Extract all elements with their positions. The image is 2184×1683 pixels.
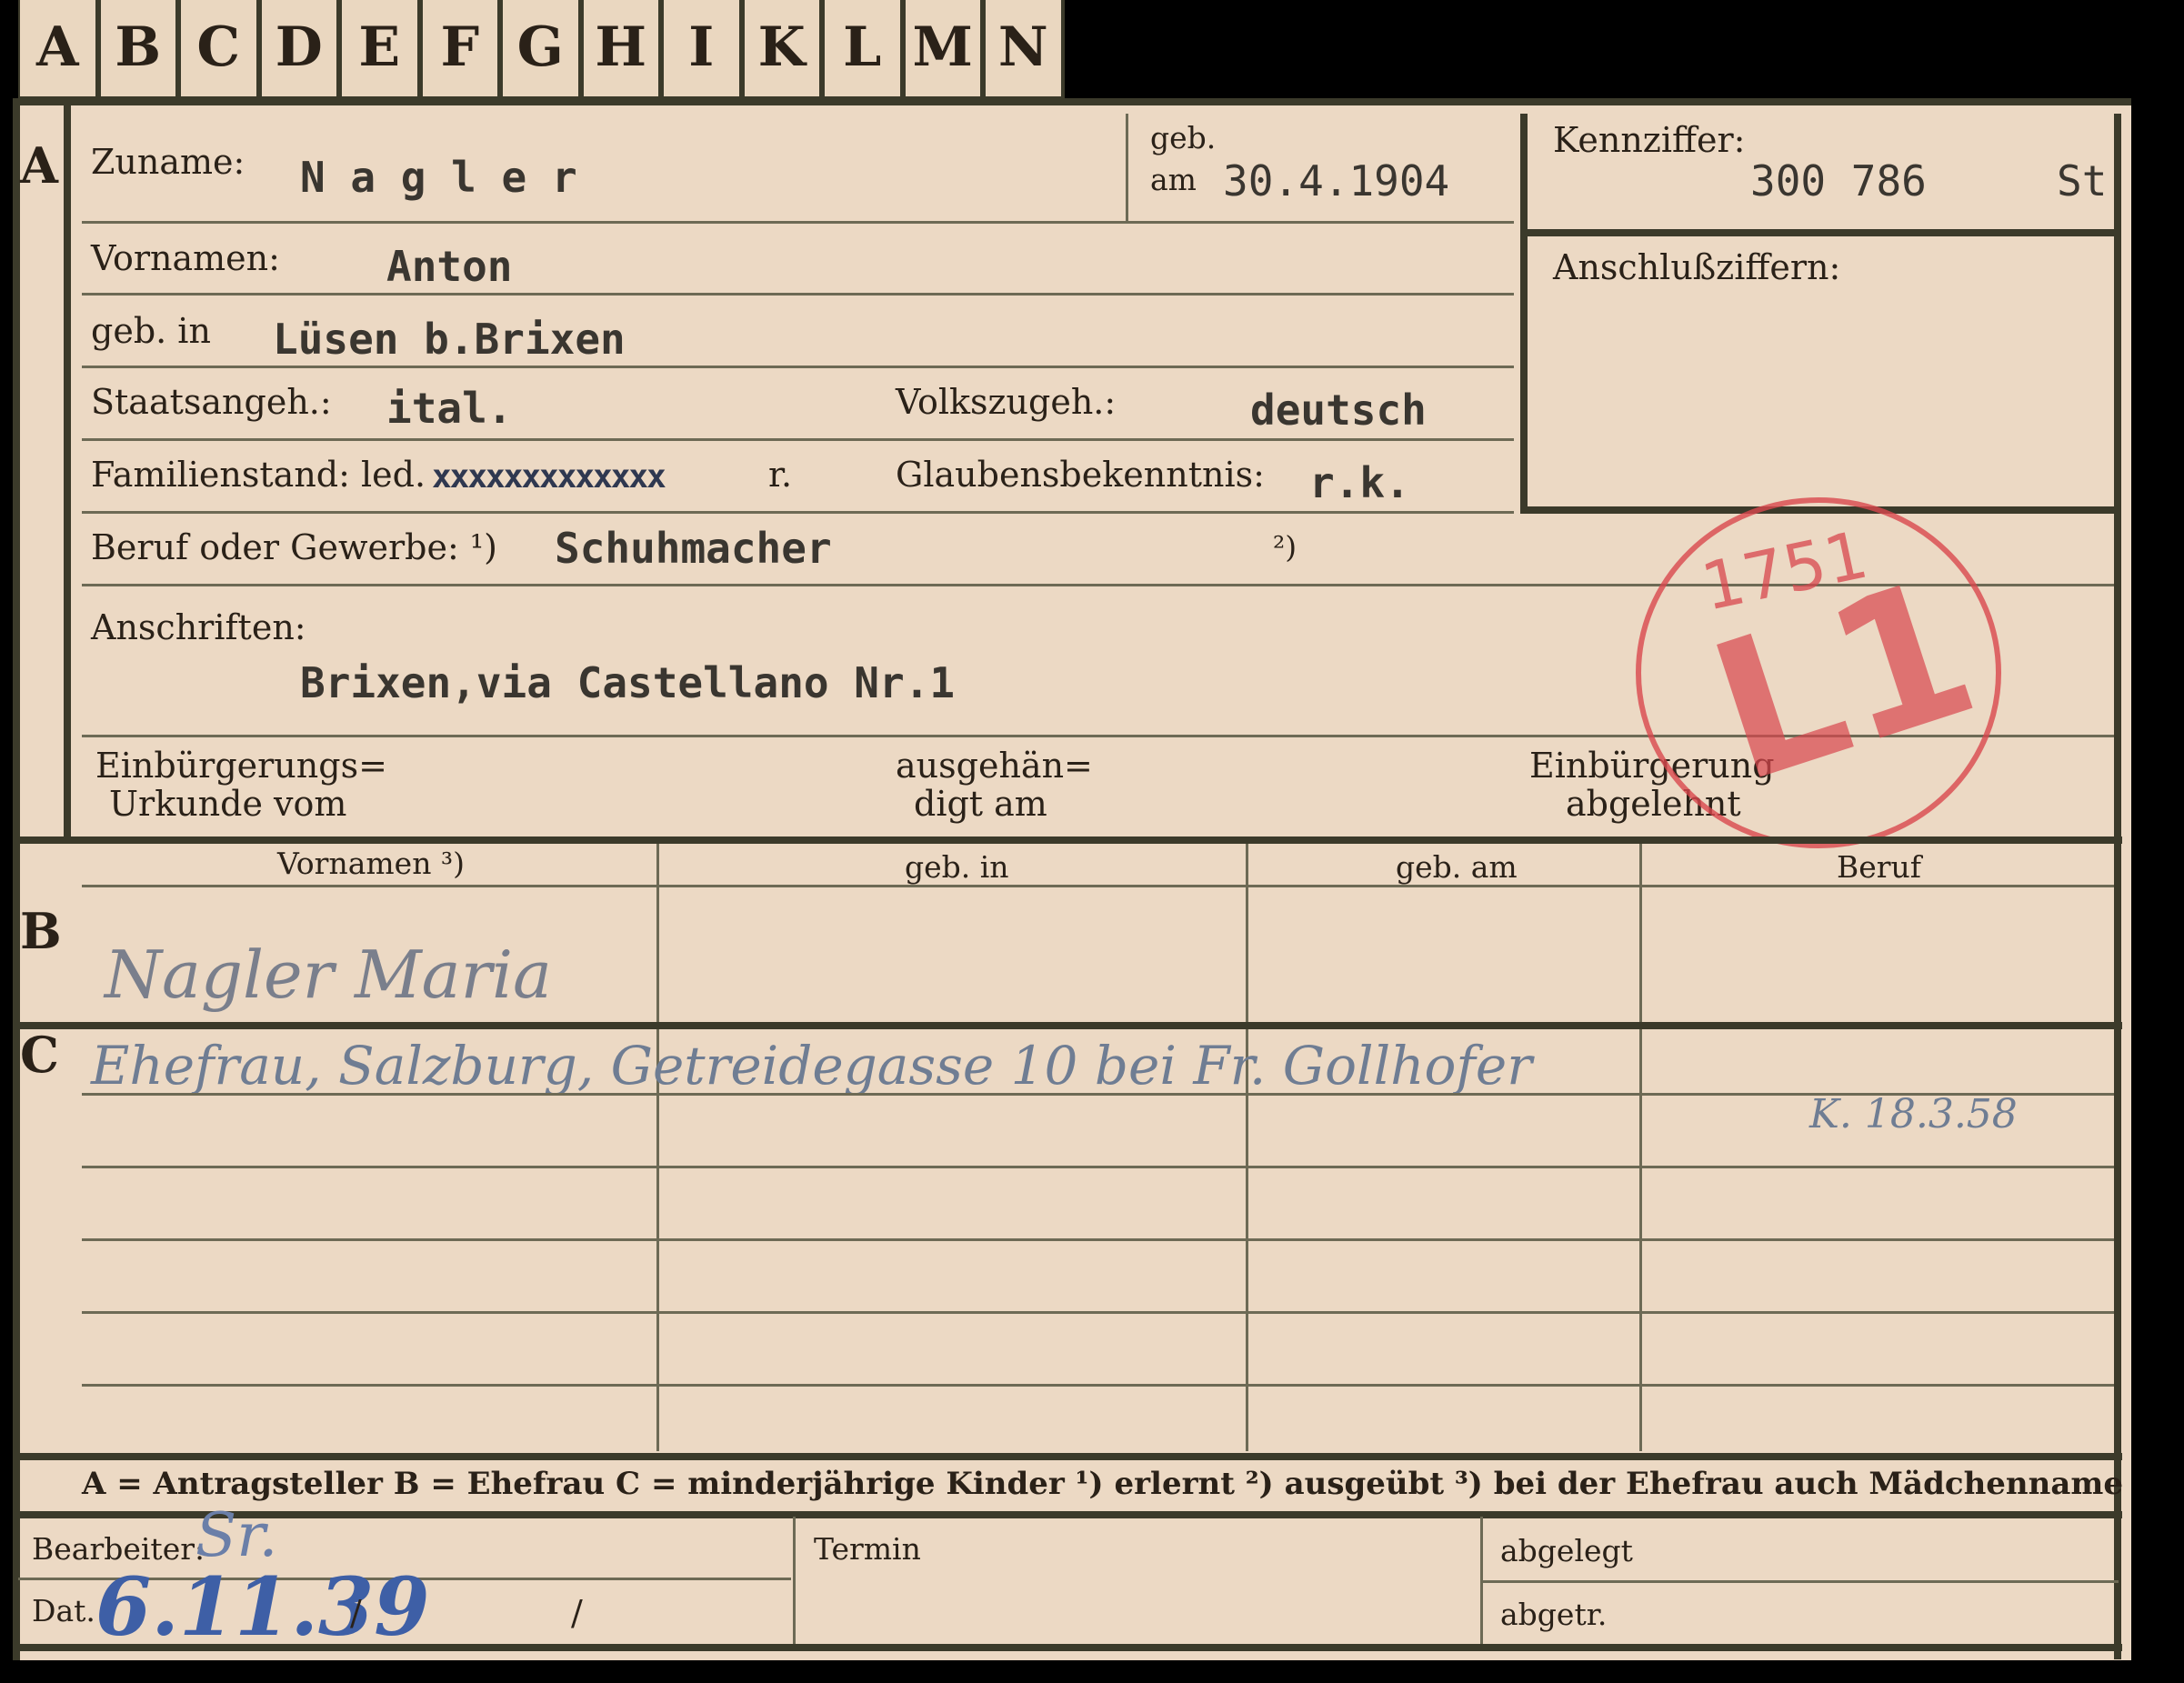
tab-k[interactable]: K bbox=[742, 0, 823, 102]
section-c-top bbox=[13, 1022, 2122, 1029]
ausg-label-2: digt am bbox=[914, 784, 1047, 824]
volks-label: Volkszugeh.: bbox=[896, 382, 1117, 422]
registration-card: ABCDEFGHIKLMN A B C Kennziffer: 300 786 … bbox=[0, 0, 2184, 1683]
section-a-divider bbox=[64, 102, 71, 840]
staats-value: ital. bbox=[386, 384, 513, 433]
abgetr-label: abgetr. bbox=[1500, 1597, 1608, 1632]
rule-3 bbox=[82, 366, 1514, 368]
tab-e[interactable]: E bbox=[340, 0, 421, 102]
c-rule-4 bbox=[82, 1311, 2114, 1314]
einb-label-1: Einbürgerungs= bbox=[95, 746, 387, 786]
tab-c[interactable]: C bbox=[179, 0, 260, 102]
col-divider-3 bbox=[1639, 844, 1642, 1451]
rule-5 bbox=[82, 511, 1514, 514]
rule-1 bbox=[82, 221, 1514, 224]
vornamen-value: Anton bbox=[386, 242, 513, 291]
beruf-note-2: ²) bbox=[1273, 529, 1297, 565]
stamp: 1751 L1 bbox=[1636, 497, 2001, 848]
c-rule-1 bbox=[82, 1093, 2114, 1096]
geb-divider bbox=[1126, 114, 1128, 221]
table-header-rule bbox=[82, 885, 2114, 887]
familien-struck: xxxxxxxxxxxxx bbox=[432, 458, 666, 496]
c-row-handwriting: Ehefrau, Salzburg, Getreidegasse 10 bei … bbox=[91, 1035, 1532, 1097]
table-header-gebam: geb. am bbox=[1396, 849, 1518, 885]
einb-label-2: Urkunde vom bbox=[109, 784, 347, 824]
tab-a[interactable]: A bbox=[18, 0, 99, 102]
col-divider-1 bbox=[656, 844, 659, 1451]
c-rule-3 bbox=[82, 1238, 2114, 1241]
ausg-label-1: ausgehän= bbox=[896, 746, 1093, 786]
beruf-label: Beruf oder Gewerbe: ¹) bbox=[91, 527, 497, 567]
glauben-value: r.k. bbox=[1309, 458, 1410, 507]
geb-label-1: geb. bbox=[1150, 120, 1217, 155]
tab-i[interactable]: I bbox=[662, 0, 743, 102]
staats-label: Staatsangeh.: bbox=[91, 382, 332, 422]
tab-m[interactable]: M bbox=[903, 0, 984, 102]
tab-d[interactable]: D bbox=[259, 0, 340, 102]
table-header-beruf: Beruf bbox=[1837, 849, 1922, 885]
kennziffer-value: 300 786 bbox=[1750, 156, 1927, 205]
geb-value: 30.4.1904 bbox=[1223, 156, 1450, 205]
glauben-label: Glaubensbekenntnis: bbox=[896, 455, 1265, 495]
termin-label: Termin bbox=[814, 1531, 921, 1567]
dat-slash-2: / bbox=[571, 1593, 583, 1633]
footer-divider-1 bbox=[793, 1517, 796, 1644]
tab-h[interactable]: H bbox=[581, 0, 662, 102]
zuname-value: N a g l e r bbox=[300, 153, 577, 202]
c-row-date: K. 18.3.58 bbox=[1809, 1091, 2018, 1137]
table-header-vornamen: Vornamen ³) bbox=[277, 846, 466, 881]
legend-top bbox=[13, 1453, 2122, 1460]
kennziffer-divider bbox=[1528, 229, 2119, 236]
footer-right-rule bbox=[1482, 1580, 2119, 1583]
legend-bottom bbox=[13, 1511, 2122, 1518]
abgelegt-label: abgelegt bbox=[1500, 1533, 1633, 1568]
section-b-top bbox=[13, 836, 2122, 844]
volks-value: deutsch bbox=[1250, 386, 1427, 435]
zuname-label: Zuname: bbox=[91, 142, 245, 182]
b-row-handwriting: Nagler Maria bbox=[105, 937, 552, 1013]
kennziffer-suffix: St bbox=[2057, 156, 2108, 205]
familien-label: Familienstand: led. bbox=[91, 455, 426, 495]
beruf-value: Schuhmacher bbox=[555, 524, 832, 573]
dat-handwriting: 6.11.39 bbox=[95, 1559, 430, 1654]
section-c-mark: C bbox=[20, 1026, 59, 1084]
bottom-frame bbox=[13, 1644, 2122, 1651]
rule-2 bbox=[82, 293, 1514, 296]
gebin-value: Lüsen b.Brixen bbox=[273, 315, 626, 364]
top-frame bbox=[13, 98, 2131, 105]
kennziffer-label: Kennziffer: bbox=[1553, 120, 1746, 160]
right-frame bbox=[2114, 114, 2121, 1659]
section-b-mark: B bbox=[20, 902, 62, 960]
legend-text: A = Antragsteller B = Ehefrau C = minder… bbox=[82, 1466, 2123, 1502]
rule-4 bbox=[82, 438, 1514, 441]
vornamen-label: Vornamen: bbox=[91, 238, 280, 278]
anschluss-label: Anschlußziffern: bbox=[1553, 247, 1841, 287]
col-divider-2 bbox=[1246, 844, 1248, 1451]
kennziffer-box-left bbox=[1520, 114, 1528, 514]
left-frame bbox=[13, 102, 20, 1660]
tab-b[interactable]: B bbox=[98, 0, 179, 102]
anschriften-label: Anschriften: bbox=[91, 607, 306, 647]
tab-n[interactable]: N bbox=[984, 0, 1065, 102]
familien-tail: r. bbox=[768, 455, 793, 495]
dat-label: Dat. bbox=[32, 1593, 95, 1628]
gebin-label: geb. in bbox=[91, 311, 211, 351]
section-a-mark: A bbox=[20, 136, 58, 195]
tab-f[interactable]: F bbox=[420, 0, 501, 102]
geb-label-2: am bbox=[1150, 162, 1197, 197]
table-header-gebin: geb. in bbox=[905, 849, 1009, 885]
dat-slash-1: / bbox=[350, 1593, 362, 1633]
tab-g[interactable]: G bbox=[501, 0, 582, 102]
anschriften-value: Brixen,via Castellano Nr.1 bbox=[300, 658, 956, 707]
tab-l[interactable]: L bbox=[823, 0, 904, 102]
c-rule-2 bbox=[82, 1166, 2114, 1168]
c-rule-5 bbox=[82, 1384, 2114, 1387]
